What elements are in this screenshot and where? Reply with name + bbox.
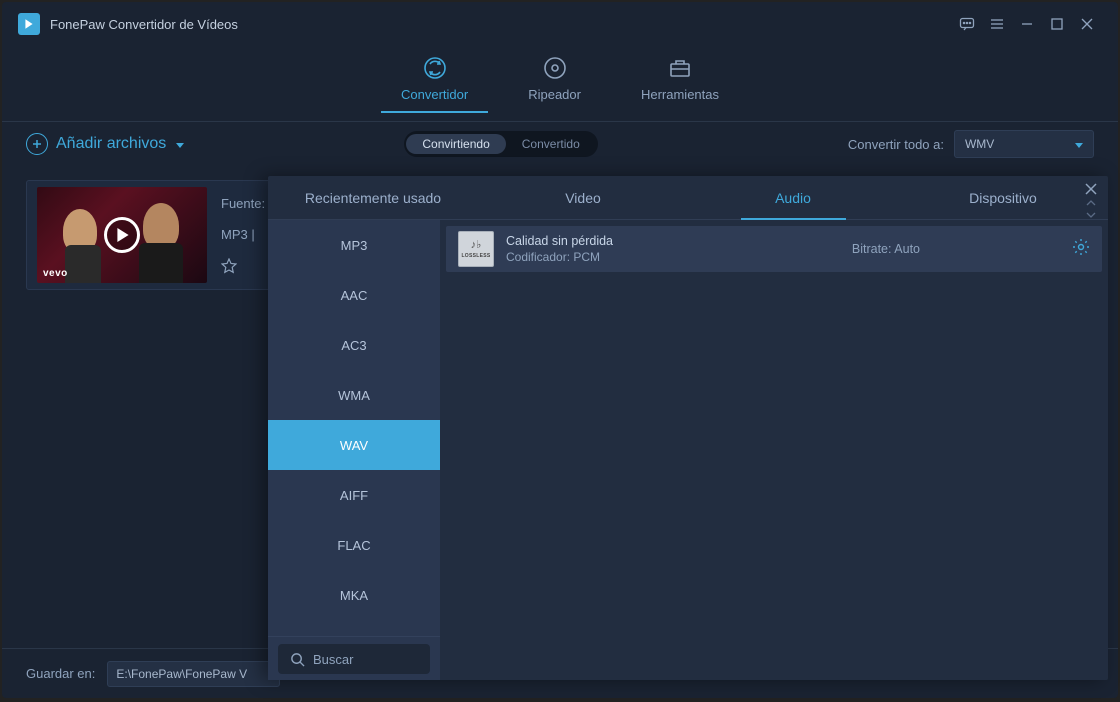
chevron-down-icon — [176, 135, 184, 153]
source-label: Fuente: — [221, 196, 265, 211]
convert-icon — [422, 55, 448, 81]
preset-title: Calidad sin pérdida — [506, 234, 840, 248]
seg-converting[interactable]: Convirtiendo — [406, 134, 505, 154]
chevron-down-icon[interactable] — [1086, 210, 1096, 220]
panel-close-icon[interactable] — [1084, 182, 1098, 196]
close-icon[interactable] — [1072, 9, 1102, 39]
chevron-up-icon[interactable] — [1086, 198, 1096, 208]
preset-settings-button[interactable] — [1072, 238, 1090, 261]
add-files-label: Añadir archivos — [56, 135, 166, 153]
convert-all-label: Convertir todo a: — [848, 137, 944, 152]
convert-all-select[interactable]: WMV — [954, 130, 1094, 158]
media-thumbnail[interactable]: vevo — [37, 187, 207, 283]
format-item-wma[interactable]: WMA — [268, 370, 440, 420]
format-item-flac[interactable]: FLAC — [268, 520, 440, 570]
play-icon — [104, 217, 140, 253]
format-line: MP3 | — [221, 227, 255, 242]
preset-bitrate: Bitrate: Auto — [852, 242, 920, 256]
lossless-icon: ♪♭ LOSSLESS — [458, 231, 494, 267]
tab-convertidor-label: Convertidor — [401, 87, 468, 102]
vevo-badge: vevo — [43, 268, 68, 279]
format-item-wav[interactable]: WAV — [268, 420, 440, 470]
tab-herramientas-label: Herramientas — [641, 87, 719, 102]
preset-lossless[interactable]: ♪♭ LOSSLESS Calidad sin pérdida Codifica… — [446, 226, 1102, 272]
app-title: FonePaw Convertidor de Vídeos — [50, 17, 238, 32]
toolbox-icon — [667, 55, 693, 81]
format-panel: Recientemente usado Video Audio Disposit… — [268, 176, 1108, 680]
search-icon — [290, 652, 305, 667]
minimize-icon[interactable] — [1012, 9, 1042, 39]
format-item-ac3[interactable]: AC3 — [268, 320, 440, 370]
tab-herramientas[interactable]: Herramientas — [641, 55, 719, 112]
tab-ripeador-label: Ripeador — [528, 87, 581, 102]
search-placeholder: Buscar — [313, 652, 353, 667]
preset-encoder: Codificador: PCM — [506, 250, 840, 264]
add-files-button[interactable]: Añadir archivos — [26, 133, 184, 155]
panel-tab-video[interactable]: Video — [478, 176, 688, 219]
format-item-aac[interactable]: AAC — [268, 270, 440, 320]
menu-icon[interactable] — [982, 9, 1012, 39]
tab-ripeador[interactable]: Ripeador — [528, 55, 581, 112]
panel-tab-audio[interactable]: Audio — [688, 176, 898, 219]
format-item-aiff[interactable]: AIFF — [268, 470, 440, 520]
save-path-input[interactable] — [107, 661, 280, 687]
star-icon[interactable] — [221, 258, 237, 274]
convert-all-value: WMV — [965, 137, 994, 151]
seg-converted[interactable]: Convertido — [506, 134, 596, 154]
maximize-icon[interactable] — [1042, 9, 1072, 39]
plus-icon — [26, 133, 48, 155]
panel-tab-recent[interactable]: Recientemente usado — [268, 176, 478, 219]
format-item-mp3[interactable]: MP3 — [268, 220, 440, 270]
app-logo — [18, 13, 40, 35]
save-path-label: Guardar en: — [26, 666, 95, 681]
chevron-down-icon — [1075, 137, 1083, 151]
format-search-input[interactable]: Buscar — [278, 644, 430, 674]
tab-convertidor[interactable]: Convertidor — [401, 55, 468, 112]
feedback-icon[interactable] — [952, 9, 982, 39]
disc-icon — [542, 55, 568, 81]
format-item-mka[interactable]: MKA — [268, 570, 440, 620]
panel-tab-device[interactable]: Dispositivo — [898, 176, 1108, 219]
status-segment: Convirtiendo Convertido — [404, 131, 597, 157]
